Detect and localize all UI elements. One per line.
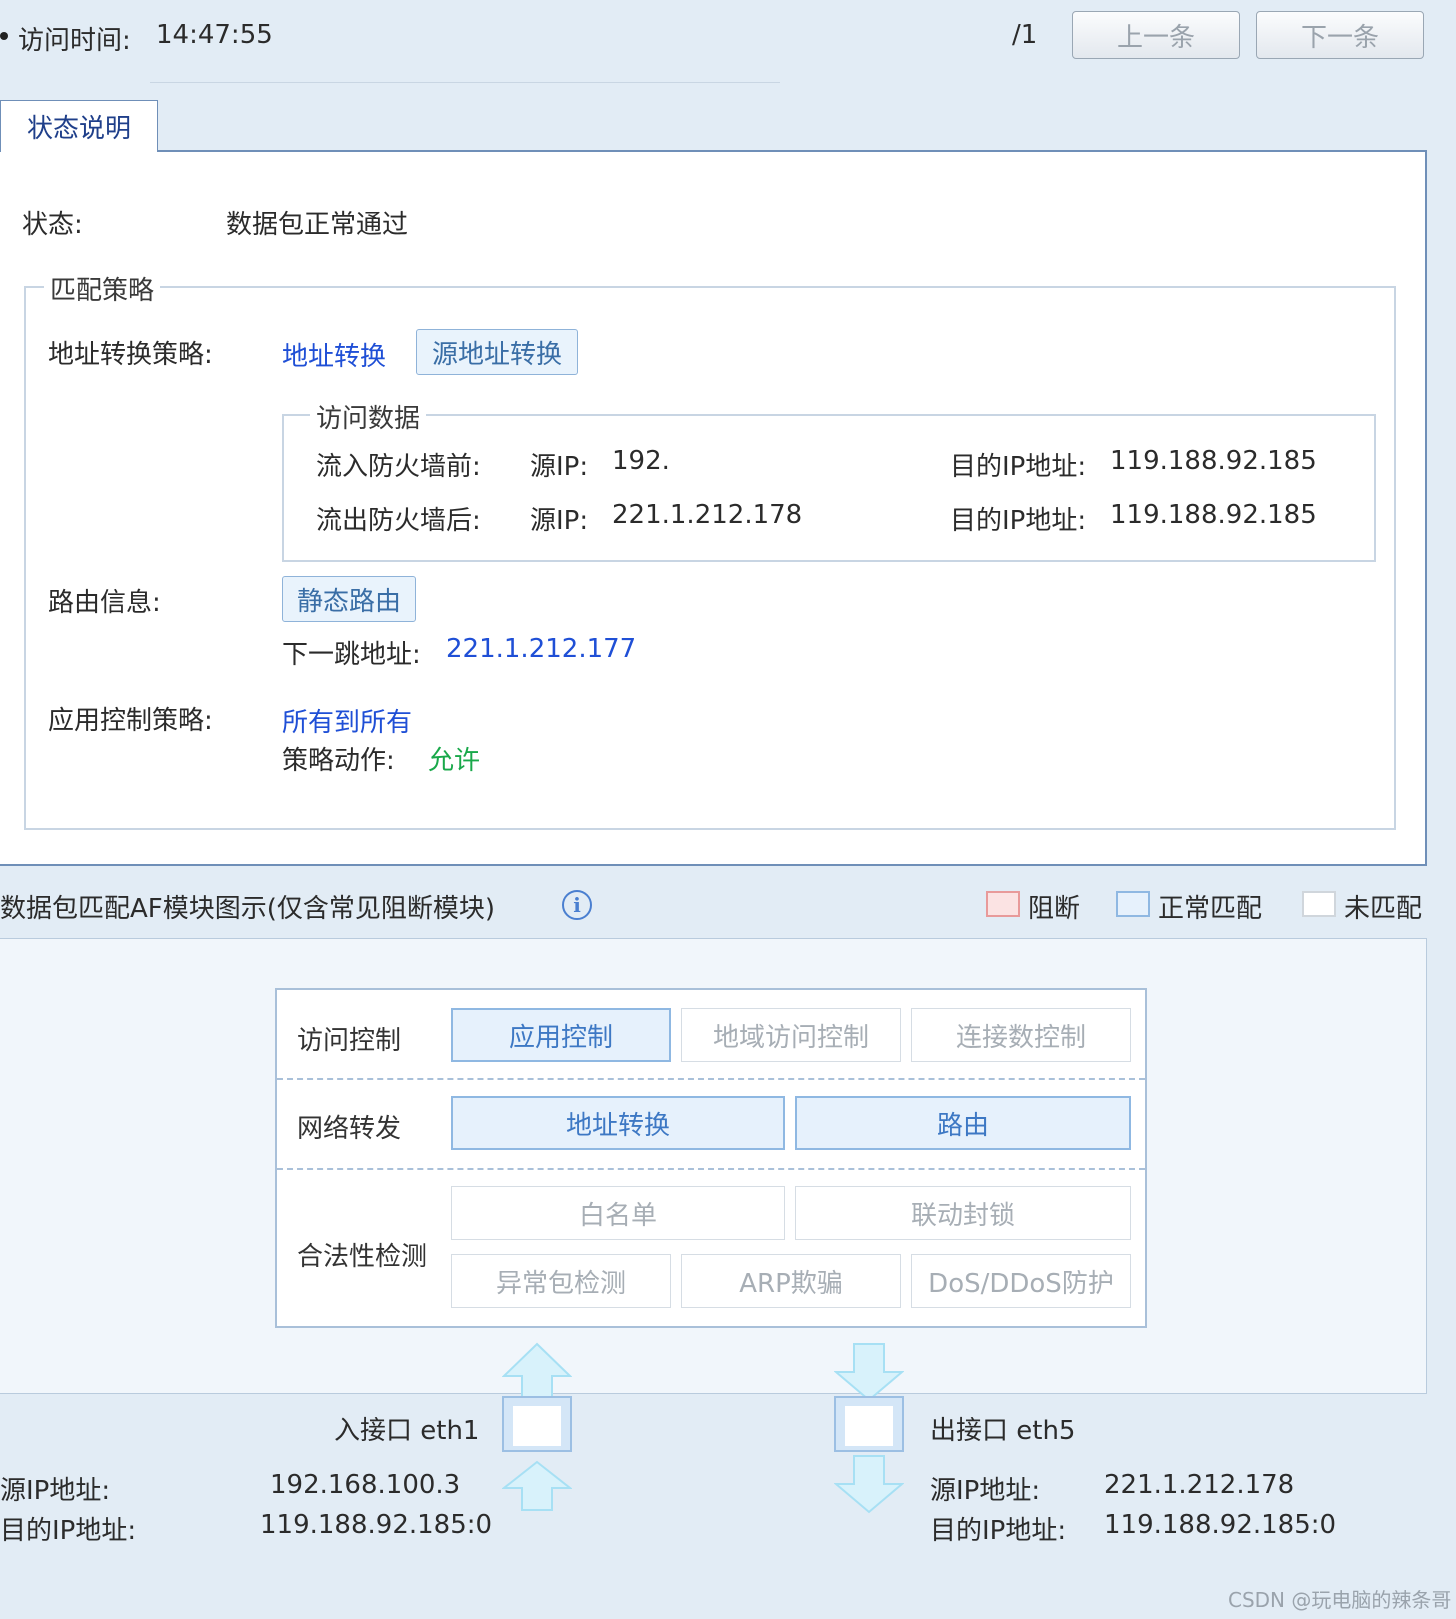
inbound-dst-ip-value: 119.188.92.185:0 <box>260 1510 493 1540</box>
module-linkage-block[interactable]: 联动封锁 <box>795 1186 1131 1240</box>
module-conn-limit[interactable]: 连接数控制 <box>911 1008 1131 1062</box>
access-row-out-dst-label: 目的IP地址: <box>950 506 1087 536</box>
app-control-label: 应用控制策略: <box>48 706 213 736</box>
module-dos-protect[interactable]: DoS/DDoS防护 <box>911 1254 1131 1308</box>
csdn-watermark: CSDN @玩电脑的辣条哥 <box>1228 1588 1452 1612</box>
policy-action-label: 策略动作: <box>282 746 395 776</box>
row-divider <box>277 1168 1145 1170</box>
legend-unmatched-label: 未匹配 <box>1344 894 1423 924</box>
route-info-label: 路由信息: <box>48 588 161 618</box>
row-divider <box>277 1078 1145 1080</box>
status-value: 数据包正常通过 <box>226 210 409 240</box>
policy-action-value: 允许 <box>428 746 481 776</box>
row-legality-label: 合法性检测 <box>297 1242 428 1272</box>
outbound-dst-ip-value: 119.188.92.185:0 <box>1104 1510 1337 1540</box>
access-row-in-src-label: 源IP: <box>530 452 589 482</box>
matched-policy-legend: 匹配策略 <box>44 270 161 307</box>
outbound-src-ip-label: 源IP地址: <box>930 1476 1041 1506</box>
row-access-control-label: 访问控制 <box>297 1026 402 1056</box>
inbound-src-ip-value: 192.168.100.3 <box>270 1470 461 1500</box>
inbound-port-icon <box>502 1396 572 1452</box>
page-indicator: /1 <box>1012 20 1038 50</box>
access-row-out-src-label: 源IP: <box>530 506 589 536</box>
outbound-port-icon <box>834 1396 904 1452</box>
legend-unmatched-swatch <box>1302 891 1336 917</box>
access-row-in-dst-label: 目的IP地址: <box>950 452 1087 482</box>
outbound-dst-ip-label: 目的IP地址: <box>930 1516 1067 1546</box>
module-whitelist[interactable]: 白名单 <box>451 1186 785 1240</box>
info-icon[interactable]: i <box>562 890 592 920</box>
header-divider <box>150 82 780 83</box>
module-geo-access[interactable]: 地域访问控制 <box>681 1008 901 1062</box>
inbound-interface-label: 入接口 eth1 <box>334 1416 480 1446</box>
access-data-legend: 访问数据 <box>310 398 427 435</box>
prev-button[interactable]: 上一条 <box>1072 11 1240 59</box>
module-diagram: 访问控制 应用控制 地域访问控制 连接数控制 网络转发 地址转换 路由 合法性检… <box>275 988 1147 1328</box>
module-abnormal-packet[interactable]: 异常包检测 <box>451 1254 671 1308</box>
inbound-src-ip-label: 源IP地址: <box>0 1476 111 1506</box>
module-nat[interactable]: 地址转换 <box>451 1096 785 1150</box>
next-hop-label: 下一跳地址: <box>282 640 421 670</box>
matched-policy-group: 匹配策略 地址转换策略: 地址转换 源地址转换 访问数据 流入防火墙前: 源IP… <box>24 270 1396 830</box>
app-control-link[interactable]: 所有到所有 <box>282 702 412 739</box>
static-route-tag[interactable]: 静态路由 <box>282 576 416 622</box>
outbound-arrow-down-icon <box>834 1455 904 1514</box>
inbound-dst-ip-label: 目的IP地址: <box>0 1516 137 1546</box>
legend-blocked-label: 阻断 <box>1028 894 1081 924</box>
access-data-group: 访问数据 流入防火墙前: 源IP: 192. 目的IP地址: 119.188.9… <box>282 398 1376 562</box>
access-row-in-src-value: 192. <box>612 446 670 476</box>
access-row-in-stage: 流入防火墙前: <box>316 452 481 482</box>
outbound-interface-label: 出接口 eth5 <box>930 1416 1076 1446</box>
legend-matched-label: 正常匹配 <box>1158 894 1263 924</box>
module-route[interactable]: 路由 <box>795 1096 1131 1150</box>
source-nat-tag[interactable]: 源地址转换 <box>416 329 578 375</box>
outbound-src-ip-value: 221.1.212.178 <box>1104 1470 1295 1500</box>
tab-status-description[interactable]: 状态说明 <box>0 100 158 152</box>
nat-policy-link[interactable]: 地址转换 <box>282 336 386 373</box>
module-app-control[interactable]: 应用控制 <box>451 1008 671 1062</box>
status-panel: 状态: 数据包正常通过 匹配策略 地址转换策略: 地址转换 源地址转换 访问数据… <box>0 150 1427 866</box>
outbound-arrow-down-icon <box>834 1343 904 1402</box>
access-row-out-src-value: 221.1.212.178 <box>612 500 803 530</box>
module-arp-spoof[interactable]: ARP欺骗 <box>681 1254 901 1308</box>
next-hop-value[interactable]: 221.1.212.177 <box>446 634 636 664</box>
legend-matched-swatch <box>1116 891 1150 917</box>
visit-time-value: 14:47:55 <box>156 20 273 50</box>
legend-blocked-swatch <box>986 891 1020 917</box>
row-forwarding-label: 网络转发 <box>297 1114 402 1144</box>
inbound-arrow-up-icon <box>502 1460 572 1511</box>
status-label: 状态: <box>22 210 83 240</box>
bullet-dot-icon <box>0 32 8 40</box>
diagram-title: 数据包匹配AF模块图示(仅含常见阻断模块) <box>0 894 496 924</box>
access-row-in-dst-value: 119.188.92.185 <box>1110 446 1317 476</box>
access-row-out-stage: 流出防火墙后: <box>316 506 481 536</box>
next-button[interactable]: 下一条 <box>1256 11 1424 59</box>
visit-time-label: 访问时间: <box>18 26 131 56</box>
nat-policy-label: 地址转换策略: <box>48 340 213 370</box>
access-row-out-dst-value: 119.188.92.185 <box>1110 500 1317 530</box>
